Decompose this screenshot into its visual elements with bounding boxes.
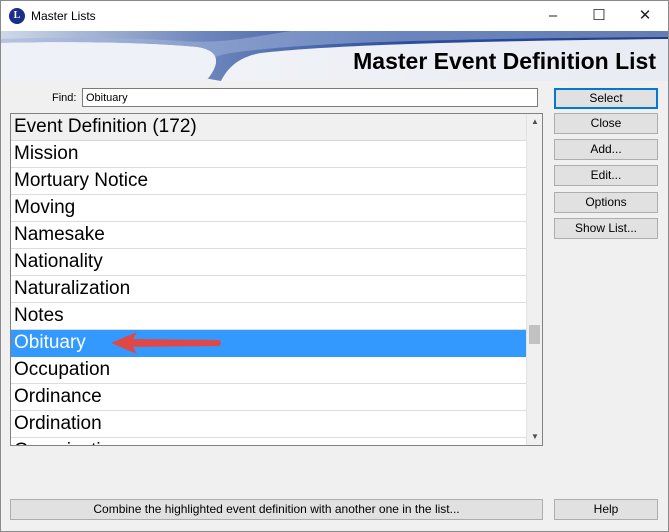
list-item[interactable]: Namesake [11,222,526,249]
list-item[interactable]: Ordinance [11,384,526,411]
list-item[interactable]: Ordination [11,411,526,438]
title-bar[interactable]: L Master Lists – ☐ ✕ [1,1,668,31]
add-button[interactable]: Add... [554,139,658,160]
edit-button[interactable]: Edit... [554,165,658,186]
minimize-button[interactable]: – [530,1,576,31]
select-button[interactable]: Select [554,88,658,109]
find-label: Find: [52,92,77,104]
options-button[interactable]: Options [554,192,658,213]
list-item[interactable]: Nationality [11,249,526,276]
scroll-up-icon[interactable]: ▲ [527,114,542,130]
window-title: Master Lists [31,9,96,23]
red-arrow-left-icon [111,332,221,354]
list-item[interactable]: Notes [11,303,526,330]
combine-button[interactable]: Combine the highlighted event definition… [10,499,543,520]
close-window-button[interactable]: ✕ [622,1,668,31]
list-item[interactable]: Organization [11,438,526,445]
list-column-header[interactable]: Event Definition (172) [11,114,526,141]
help-button[interactable]: Help [554,499,658,520]
header-banner: Master Event Definition List [1,31,668,81]
show-list-button[interactable]: Show List... [554,218,658,239]
list-rows: Mission Mortuary Notice Moving Namesake … [11,141,526,445]
list-scrollbar[interactable]: ▲ ▼ [526,114,542,445]
list-item[interactable]: Mortuary Notice [11,168,526,195]
master-lists-window: L Master Lists – ☐ ✕ Master Event Defini… [0,0,669,532]
list-item[interactable]: Moving [11,195,526,222]
event-definition-list[interactable]: Event Definition (172) Mission Mortuary … [10,113,543,446]
list-item[interactable]: Mission [11,141,526,168]
find-input[interactable] [82,88,538,107]
list-item[interactable]: Occupation [11,357,526,384]
banner-title: Master Event Definition List [353,48,656,74]
maximize-button[interactable]: ☐ [576,1,622,31]
list-item[interactable]: Naturalization [11,276,526,303]
scroll-down-icon[interactable]: ▼ [527,429,542,445]
scrollbar-thumb[interactable] [529,325,540,344]
app-logo-icon: L [9,8,25,24]
list-item-selected[interactable]: Obituary [11,330,526,357]
close-button[interactable]: Close [554,113,658,134]
